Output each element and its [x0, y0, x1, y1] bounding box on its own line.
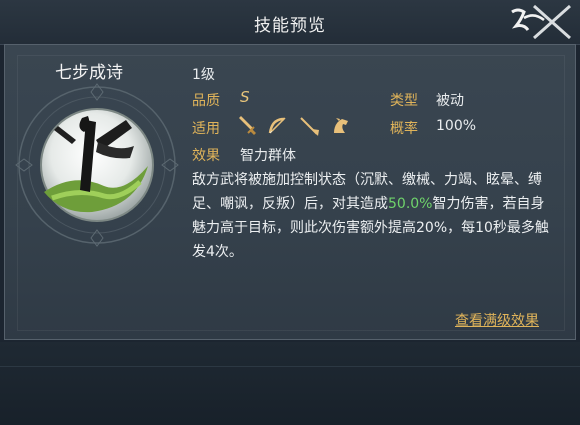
- skill-emblem-icon: [12, 80, 182, 250]
- quality-value: S: [240, 88, 250, 106]
- skill-level: 1级: [192, 67, 215, 83]
- apply-label: 适用: [192, 121, 220, 137]
- view-max-level-link[interactable]: 查看满级效果: [455, 310, 539, 330]
- cavalry-horse-icon: [330, 115, 352, 137]
- type-label: 类型: [390, 93, 418, 109]
- quality-label: 品质: [192, 93, 220, 109]
- damage-percent: 50.0%: [388, 196, 433, 212]
- dialog-header: 技能预览: [0, 0, 580, 45]
- bow-icon: [266, 115, 288, 137]
- effect-label: 效果: [192, 148, 220, 164]
- skill-description: 敌方武将被施加控制状态（沉默、缴械、力竭、眩晕、缚足、嘲讽，反叛）后，对其造成5…: [192, 168, 552, 264]
- effect-value: 智力群体: [240, 148, 296, 164]
- bottom-divider: [0, 366, 580, 367]
- close-icon[interactable]: [506, 2, 576, 42]
- dialog-title: 技能预览: [254, 16, 326, 36]
- chance-label: 概率: [390, 121, 418, 137]
- spear-icon: [298, 115, 320, 137]
- bottom-bar: [0, 342, 580, 425]
- type-value: 被动: [436, 93, 464, 109]
- sword-icon: [236, 115, 258, 137]
- chance-value: 100%: [436, 118, 477, 134]
